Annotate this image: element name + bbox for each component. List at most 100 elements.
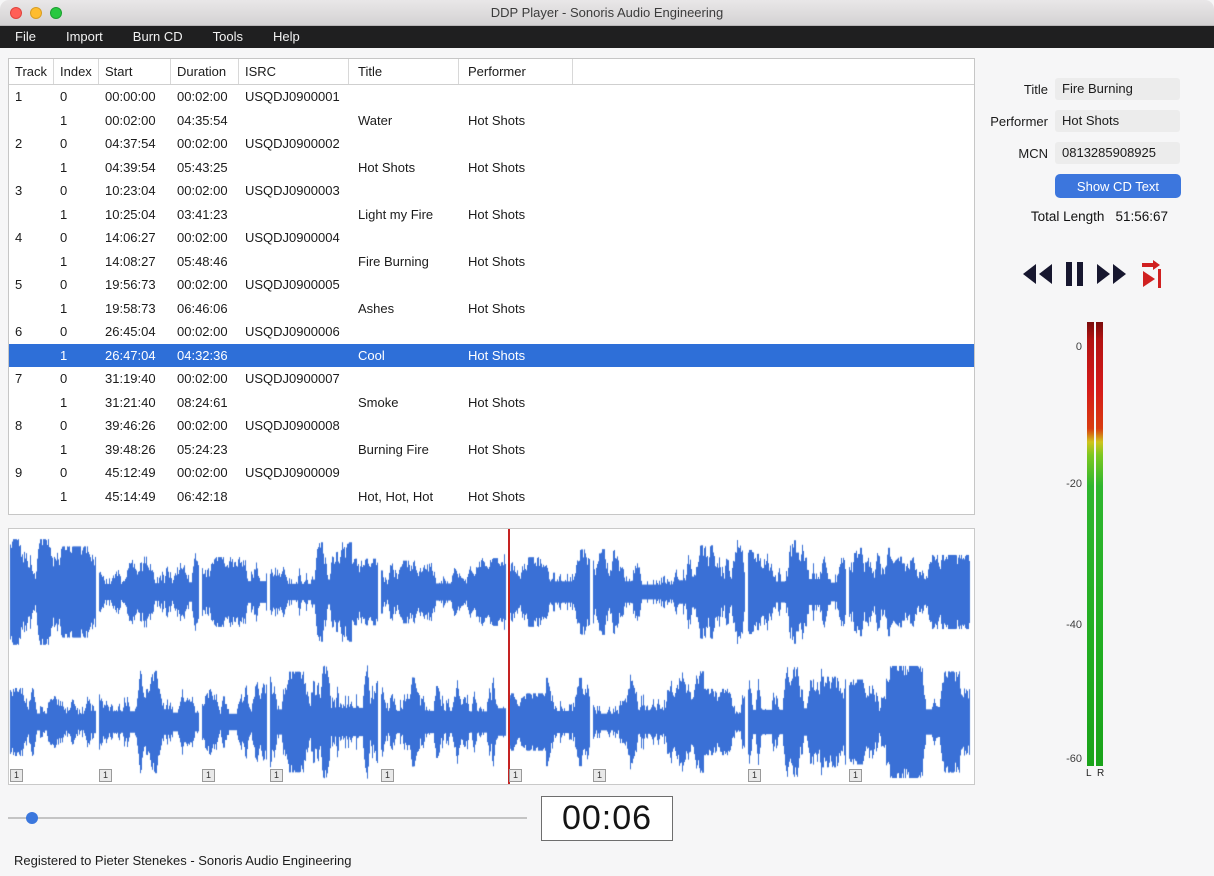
seek-slider-knob[interactable] bbox=[26, 812, 38, 824]
cell-track bbox=[9, 203, 54, 227]
table-row[interactable]: 4 0 14:06:27 00:02:00 USQDJ0900004 bbox=[9, 226, 974, 250]
cell-index: 0 bbox=[60, 371, 68, 387]
cell-index: 1 bbox=[60, 206, 68, 222]
cell-index: 1 bbox=[60, 159, 68, 175]
cell-track bbox=[9, 297, 54, 321]
index-marker: 1 bbox=[748, 769, 762, 782]
rewind-button[interactable] bbox=[1023, 263, 1053, 287]
cell-title: Hot Shots bbox=[358, 159, 416, 175]
table-row[interactable]: 1 45:14:49 06:42:18 Hot, Hot, Hot Hot Shots bbox=[9, 485, 974, 509]
mcn-field-row: MCN 0813285908925 bbox=[975, 142, 1191, 164]
table-row[interactable]: 1 26:47:04 04:32:36 Cool Hot Shots bbox=[9, 343, 974, 367]
cell-title: Water bbox=[358, 112, 393, 128]
table-row[interactable]: 7 0 31:19:40 00:02:00 USQDJ0900007 bbox=[9, 367, 974, 391]
column-header-title[interactable]: Title bbox=[349, 59, 459, 84]
cell-spacer bbox=[573, 461, 974, 485]
cell-performer bbox=[459, 320, 573, 344]
cell-performer bbox=[459, 414, 573, 438]
menu-item-burn-cd[interactable]: Burn CD bbox=[118, 26, 198, 48]
status-bar: Registered to Pieter Stenekes - Sonoris … bbox=[14, 853, 352, 868]
table-row[interactable]: 9 0 45:12:49 00:02:00 USQDJ0900009 bbox=[9, 461, 974, 485]
table-row[interactable]: 3 0 10:23:04 00:02:00 USQDJ0900003 bbox=[9, 179, 974, 203]
cell-track: 8 bbox=[15, 418, 23, 434]
cell-start: 10:25:04 bbox=[105, 206, 156, 222]
cell-duration: 04:35:54 bbox=[177, 112, 228, 128]
menu-item-file[interactable]: File bbox=[0, 26, 51, 48]
cell-title: Smoke bbox=[358, 394, 399, 410]
fast-forward-icon bbox=[1096, 263, 1126, 287]
index-marker: 1 bbox=[202, 769, 216, 782]
cell-start: 45:12:49 bbox=[105, 465, 156, 481]
table-row[interactable]: 1 00:02:00 04:35:54 Water Hot Shots bbox=[9, 109, 974, 133]
table-row[interactable]: 6 0 26:45:04 00:02:00 USQDJ0900006 bbox=[9, 320, 974, 344]
table-row[interactable]: 1 04:39:54 05:43:25 Hot Shots Hot Shots bbox=[9, 156, 974, 180]
cell-isrc: USQDJ0900007 bbox=[245, 371, 340, 387]
cell-track bbox=[9, 250, 54, 274]
cell-index: 1 bbox=[60, 394, 68, 410]
show-cd-text-button[interactable]: Show CD Text bbox=[1055, 174, 1181, 198]
cell-title bbox=[349, 132, 459, 156]
menu-item-help[interactable]: Help bbox=[258, 26, 315, 48]
cell-duration: 00:02:00 bbox=[177, 89, 228, 105]
cell-title bbox=[349, 367, 459, 391]
table-row[interactable]: 5 0 19:56:73 00:02:00 USQDJ0900005 bbox=[9, 273, 974, 297]
column-header-isrc[interactable]: ISRC bbox=[239, 59, 349, 84]
cell-isrc: USQDJ0900005 bbox=[245, 277, 340, 293]
cell-spacer bbox=[573, 414, 974, 438]
cell-start: 45:14:49 bbox=[105, 488, 156, 504]
cell-isrc: USQDJ0900008 bbox=[245, 418, 340, 434]
table-row[interactable]: 1 19:58:73 06:46:06 Ashes Hot Shots bbox=[9, 297, 974, 321]
menu-item-tools[interactable]: Tools bbox=[198, 26, 258, 48]
cell-performer bbox=[459, 85, 573, 109]
cell-index: 1 bbox=[60, 300, 68, 316]
cell-index: 0 bbox=[60, 465, 68, 481]
play-to-marker-button[interactable] bbox=[1139, 259, 1167, 291]
cell-spacer bbox=[573, 297, 974, 321]
cell-duration: 00:02:00 bbox=[177, 183, 228, 199]
performer-field[interactable]: Hot Shots bbox=[1055, 110, 1180, 132]
cell-track: 5 bbox=[15, 277, 23, 293]
cell-duration: 00:02:00 bbox=[177, 418, 228, 434]
cell-performer bbox=[459, 179, 573, 203]
table-row[interactable]: 1 0 00:00:00 00:02:00 USQDJ0900001 bbox=[9, 85, 974, 109]
cell-isrc: USQDJ0900003 bbox=[245, 183, 340, 199]
cell-start: 31:21:40 bbox=[105, 394, 156, 410]
cell-performer: Hot Shots bbox=[468, 441, 526, 457]
table-row[interactable]: 1 31:21:40 08:24:61 Smoke Hot Shots bbox=[9, 391, 974, 415]
cell-index: 0 bbox=[60, 418, 68, 434]
seek-slider-track[interactable] bbox=[8, 817, 527, 819]
column-header-track[interactable]: Track bbox=[9, 59, 54, 84]
cell-index: 1 bbox=[60, 112, 68, 128]
table-row[interactable]: 8 0 39:46:26 00:02:00 USQDJ0900008 bbox=[9, 414, 974, 438]
playhead[interactable] bbox=[508, 529, 510, 784]
cell-isrc bbox=[239, 109, 349, 133]
cell-index: 0 bbox=[60, 183, 68, 199]
table-row[interactable]: 1 14:08:27 05:48:46 Fire Burning Hot Shots bbox=[9, 250, 974, 274]
column-header-start[interactable]: Start bbox=[99, 59, 171, 84]
title-field[interactable]: Fire Burning bbox=[1055, 78, 1180, 100]
cell-duration: 00:02:00 bbox=[177, 230, 228, 246]
table-row[interactable]: 2 0 04:37:54 00:02:00 USQDJ0900002 bbox=[9, 132, 974, 156]
column-header-performer[interactable]: Performer bbox=[459, 59, 573, 84]
performer-field-label: Performer bbox=[990, 113, 1048, 129]
table-row[interactable]: 1 10:25:04 03:41:23 Light my Fire Hot Shots bbox=[9, 203, 974, 227]
cell-spacer bbox=[573, 85, 974, 109]
table-row[interactable]: 1 39:48:26 05:24:23 Burning Fire Hot Shots bbox=[9, 438, 974, 462]
index-marker: 1 bbox=[849, 769, 863, 782]
column-header-duration[interactable]: Duration bbox=[171, 59, 239, 84]
cell-spacer bbox=[573, 273, 974, 297]
cell-spacer bbox=[573, 250, 974, 274]
pause-icon bbox=[1066, 261, 1083, 289]
cell-isrc bbox=[239, 297, 349, 321]
cell-performer: Hot Shots bbox=[468, 394, 526, 410]
menu-item-import[interactable]: Import bbox=[51, 26, 118, 48]
cell-start: 19:56:73 bbox=[105, 277, 156, 293]
cell-duration: 06:46:06 bbox=[177, 300, 228, 316]
column-header-index[interactable]: Index bbox=[54, 59, 99, 84]
cell-index: 0 bbox=[60, 230, 68, 246]
cell-track bbox=[9, 391, 54, 415]
waveform-canvas[interactable] bbox=[9, 529, 974, 784]
fast-forward-button[interactable] bbox=[1096, 263, 1126, 287]
mcn-field[interactable]: 0813285908925 bbox=[1055, 142, 1180, 164]
pause-button[interactable] bbox=[1066, 261, 1083, 289]
